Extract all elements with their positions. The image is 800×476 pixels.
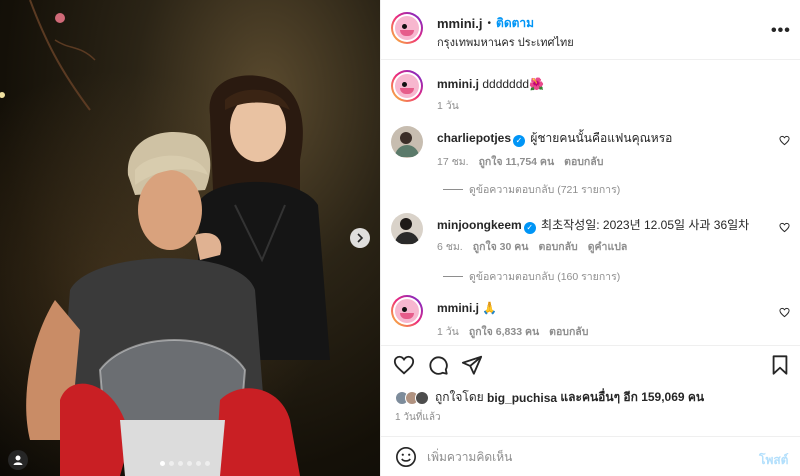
- comment-time[interactable]: 1 วัน: [437, 323, 459, 340]
- comment-text: ผู้ชายคนนั้นคือแฟนคุณหรอ: [530, 131, 673, 145]
- view-replies-button[interactable]: ดูข้อความตอบกลับ (160 รายการ): [443, 268, 620, 285]
- comment-text: ddddddd🌺: [482, 77, 545, 91]
- carousel-dot: [196, 461, 201, 466]
- comment-username[interactable]: charliepotjes: [437, 131, 511, 145]
- reply-button[interactable]: ตอบกลับ: [549, 323, 588, 340]
- paper-plane-icon[interactable]: [461, 354, 483, 376]
- heart-icon[interactable]: [779, 307, 790, 318]
- comment-input[interactable]: [427, 447, 727, 467]
- replies-divider: [443, 189, 463, 190]
- smiley-icon[interactable]: [395, 446, 417, 468]
- post-comment-button[interactable]: โพสต์: [759, 451, 788, 470]
- post-author-username[interactable]: mmini.j: [437, 16, 483, 31]
- comment-likes[interactable]: ถูกใจ 11,754 คน: [479, 153, 555, 170]
- comment-time[interactable]: 6 ชม.: [437, 238, 463, 255]
- user-tag-button[interactable]: [8, 450, 28, 470]
- avatar[interactable]: [391, 295, 423, 327]
- follow-button[interactable]: ติดตาม: [496, 14, 534, 33]
- comment-username[interactable]: minjoongkeem: [437, 218, 522, 232]
- reply-button[interactable]: ตอบกลับ: [564, 153, 603, 170]
- likes-summary[interactable]: ถูกใจโดย big_puchisa และคนอื่นๆ อีก 159,…: [395, 388, 704, 407]
- carousel-dot: [187, 461, 192, 466]
- carousel-dots: [160, 461, 210, 466]
- comment-likes[interactable]: ถูกใจ 6,833 คน: [469, 323, 539, 340]
- liker-username[interactable]: big_puchisa: [487, 391, 557, 405]
- chevron-right-icon: [357, 233, 364, 243]
- carousel-dot: [205, 461, 210, 466]
- post-timestamp[interactable]: 1 วันที่แล้ว: [395, 410, 441, 425]
- liker-avatar: [415, 390, 429, 405]
- separator-dot: •: [487, 18, 492, 29]
- comment-username[interactable]: mmini.j: [437, 77, 479, 91]
- avatar[interactable]: [391, 12, 423, 44]
- avatar[interactable]: [391, 213, 423, 245]
- more-options-button[interactable]: •••: [771, 22, 791, 40]
- verified-badge-icon: ✓: [523, 222, 536, 234]
- comment-bubble-icon[interactable]: [427, 354, 449, 376]
- see-translation-button[interactable]: ดูคำแปล: [588, 238, 628, 255]
- carousel-dot: [178, 461, 183, 466]
- comment-time[interactable]: 1 วัน: [437, 97, 459, 114]
- avatar[interactable]: [391, 126, 423, 158]
- post-action-bar: [381, 345, 800, 381]
- comments-list[interactable]: mmini.j ddddddd🌺 1 วัน charliepotjes ✓ ผู…: [381, 60, 800, 345]
- verified-badge-icon: ✓: [513, 135, 526, 147]
- post-side-panel: mmini.j • ติดตาม กรุงเทพมหานคร ประเทศไทย…: [380, 0, 800, 476]
- photo-scene: [0, 0, 330, 476]
- reply-button[interactable]: ตอบกลับ: [538, 238, 577, 255]
- user-tag-icon: [13, 455, 23, 465]
- comment-time[interactable]: 17 ชม.: [437, 153, 469, 170]
- comment-text: 최초작성일: 2023년 12.05일 사과 36일차: [541, 218, 750, 232]
- comment-text: 🙏: [482, 301, 498, 315]
- post-location[interactable]: กรุงเทพมหานคร ประเทศไทย: [437, 33, 574, 51]
- replies-label: ดูข้อความตอบกลับ (160 รายการ): [469, 271, 621, 283]
- carousel-dot: [169, 461, 174, 466]
- heart-icon[interactable]: [393, 354, 415, 376]
- post-header: mmini.j • ติดตาม กรุงเทพมหานคร ประเทศไทย…: [381, 0, 800, 60]
- carousel-dot: [160, 461, 165, 466]
- bookmark-icon[interactable]: [769, 354, 791, 376]
- replies-label: ดูข้อความตอบกลับ (721 รายการ): [469, 184, 621, 196]
- likes-prefix: ถูกใจโดย: [435, 390, 484, 404]
- comment-composer: โพสต์: [381, 436, 800, 476]
- likes-count[interactable]: 159,069 คน: [641, 388, 704, 407]
- view-replies-button[interactable]: ดูข้อความตอบกลับ (721 รายการ): [443, 181, 620, 198]
- heart-icon[interactable]: [779, 135, 790, 146]
- post-photo[interactable]: [0, 0, 380, 476]
- comment-likes[interactable]: ถูกใจ 30 คน: [473, 238, 529, 255]
- avatar[interactable]: [391, 70, 423, 102]
- replies-divider: [443, 276, 463, 277]
- comment-username[interactable]: mmini.j: [437, 301, 479, 315]
- likes-middle: และคนอื่นๆ อีก: [560, 390, 638, 404]
- next-photo-button[interactable]: [350, 228, 370, 248]
- heart-icon[interactable]: [779, 222, 790, 233]
